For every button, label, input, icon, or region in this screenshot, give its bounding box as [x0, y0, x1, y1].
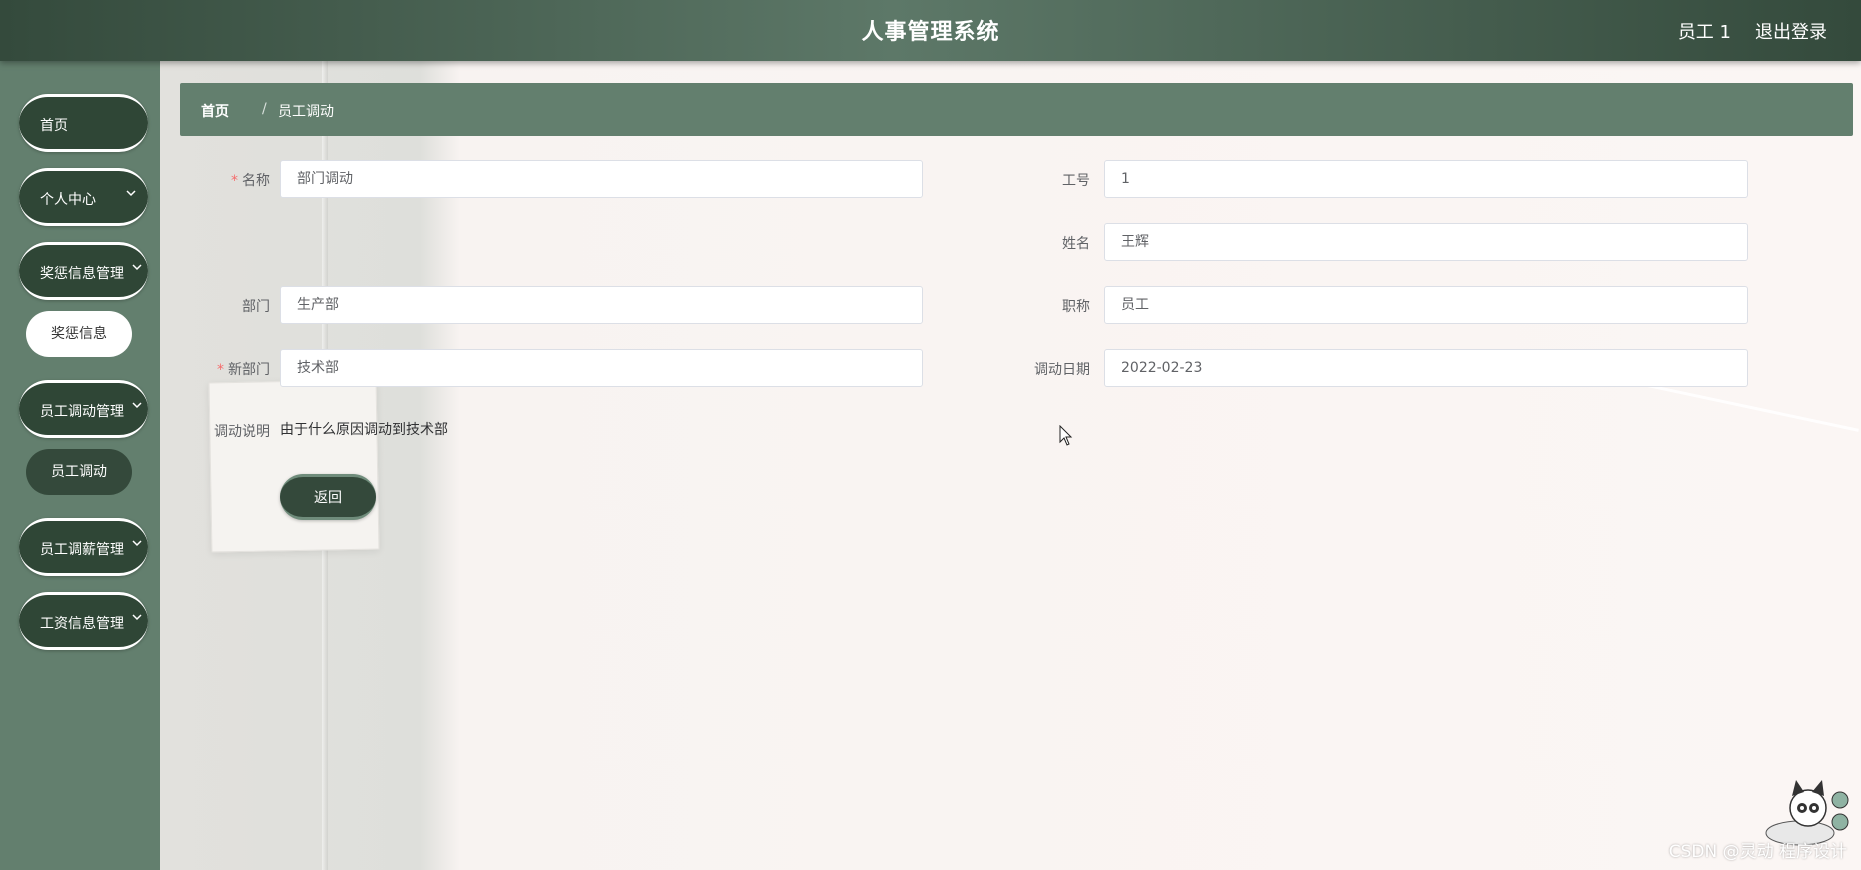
main-content: 首页 / 员工调动 * 名称 部门调动 工号 1 姓名 王辉 部门 生产部 职称 …: [160, 61, 1861, 870]
chevron-down-icon: [132, 540, 142, 547]
sidebar-item-transfer[interactable]: 员工调动管理: [19, 380, 148, 438]
sidebar-item-label: 奖惩信息管理: [40, 266, 124, 282]
top-header: 人事管理系统 员工 1 退出登录: [0, 0, 1861, 61]
mouse-cursor-icon: [1059, 425, 1073, 446]
breadcrumb-current: 员工调动: [278, 104, 334, 120]
sidebar-item-home[interactable]: 首页: [19, 94, 148, 152]
sidebar-item-personal-center[interactable]: 个人中心: [19, 168, 148, 226]
current-user: 员工 1: [1677, 22, 1731, 43]
description-label: 调动说明: [214, 424, 270, 440]
full-name-input[interactable]: 王辉: [1104, 223, 1748, 261]
watermark-text: CSDN @灵动 程序设计: [1668, 842, 1847, 862]
full-name-label: 姓名: [1062, 236, 1090, 252]
sidebar-item-label: 员工调动管理: [40, 404, 124, 420]
new-department-input[interactable]: 技术部: [280, 349, 923, 387]
breadcrumb-home[interactable]: 首页: [201, 101, 229, 121]
sidebar-item-label: 工资信息管理: [40, 616, 124, 632]
back-button[interactable]: 返回: [280, 474, 376, 520]
app-title: 人事管理系统: [861, 20, 1000, 45]
breadcrumb: 首页 / 员工调动: [180, 83, 1853, 136]
new-department-label: * 新部门: [217, 362, 270, 378]
chevron-down-icon: [126, 190, 136, 197]
chevron-down-icon: [132, 614, 142, 621]
name-input[interactable]: 部门调动: [280, 160, 923, 198]
sidebar-subitem-reward-info[interactable]: 奖惩信息: [26, 311, 132, 357]
job-title-input[interactable]: 员工: [1104, 286, 1748, 324]
department-input[interactable]: 生产部: [280, 286, 923, 324]
description-text: 由于什么原因调动到技术部: [280, 422, 448, 438]
transfer-date-label: 调动日期: [1034, 362, 1090, 378]
sidebar-item-label: 个人中心: [40, 192, 96, 208]
required-mark: *: [217, 362, 224, 378]
name-label: * 名称: [231, 173, 270, 189]
background-decoration: [1643, 383, 1859, 432]
sidebar-item-reward-punish[interactable]: 奖惩信息管理: [19, 242, 148, 300]
breadcrumb-separator: /: [262, 101, 267, 117]
sidebar-item-label: 首页: [40, 118, 68, 134]
department-label: 部门: [242, 299, 270, 315]
sidebar-item-salary-info[interactable]: 工资信息管理: [19, 592, 148, 650]
background-decoration: [208, 379, 380, 553]
job-no-input[interactable]: 1: [1104, 160, 1748, 198]
sidebar-subitem-employee-transfer[interactable]: 员工调动: [26, 449, 132, 495]
sidebar-item-label: 员工调薪管理: [40, 542, 124, 558]
sidebar: 首页 个人中心 奖惩信息管理 奖惩信息 员工调动管理 员工调动 员工调薪管理 工…: [0, 61, 160, 870]
logout-link[interactable]: 退出登录: [1755, 18, 1827, 44]
transfer-date-input[interactable]: 2022-02-23: [1104, 349, 1748, 387]
chevron-down-icon: [132, 402, 142, 409]
job-no-label: 工号: [1062, 173, 1090, 189]
sidebar-item-salary-adjust[interactable]: 员工调薪管理: [19, 518, 148, 576]
job-title-label: 职称: [1062, 299, 1090, 315]
required-mark: *: [231, 173, 238, 189]
chevron-down-icon: [132, 264, 142, 271]
